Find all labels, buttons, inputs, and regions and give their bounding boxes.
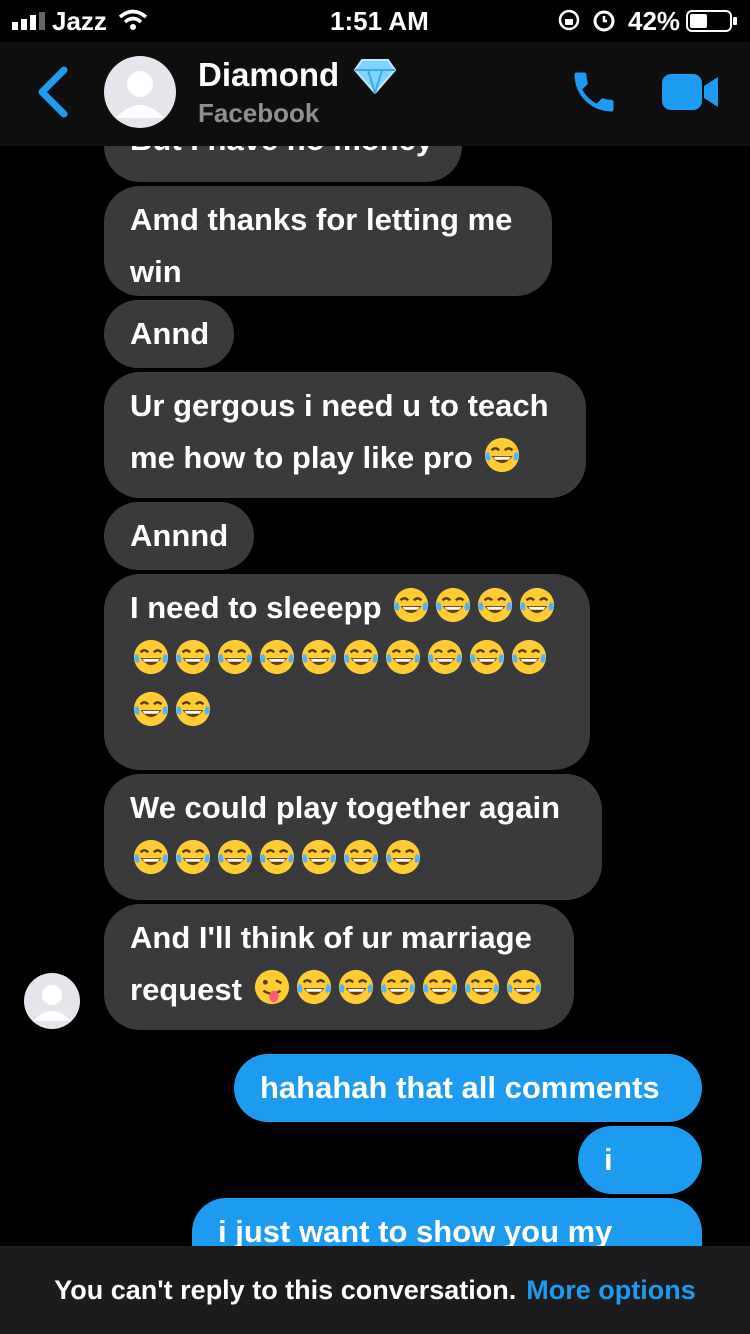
laugh-emoji-icon: [259, 639, 295, 675]
message-text: But I have no money: [130, 146, 433, 157]
outgoing-message[interactable]: i just want to show you my: [192, 1198, 702, 1246]
laugh-emoji-icon: [511, 639, 547, 675]
signal-icon: [12, 12, 45, 30]
reply-disabled-text: You can't reply to this conversation.: [54, 1274, 517, 1305]
tongue-emoji-icon: [254, 969, 289, 1005]
laugh-emoji-icon: [259, 839, 295, 875]
conversation-header: Diamond Facebook: [0, 42, 750, 146]
laugh-emoji-icon: [478, 587, 513, 623]
message-text: We could play together again: [130, 790, 561, 825]
contact-name[interactable]: Diamond: [198, 56, 339, 94]
message-text: Annnd: [130, 518, 229, 553]
message-text: me how to play like pro: [130, 440, 473, 475]
laugh-emoji-icon: [394, 587, 429, 623]
incoming-message[interactable]: Amd thanks for letting me win: [104, 186, 552, 296]
rotation-lock-icon: [558, 9, 580, 31]
status-bar: Jazz 1:51 AM 42%: [0, 0, 750, 42]
message-text: I need to sleeepp: [130, 590, 382, 625]
laugh-emoji-icon: [217, 839, 253, 875]
laugh-emoji-icon: [133, 691, 169, 727]
laugh-emoji-icon: [464, 969, 499, 1005]
laugh-emoji-icon: [175, 639, 211, 675]
laugh-emoji-icon: [343, 639, 379, 675]
laugh-emoji-icon: [133, 839, 169, 875]
clock-label: 1:51 AM: [330, 6, 429, 36]
incoming-message[interactable]: And I'll think of ur marriage request: [104, 904, 574, 1030]
incoming-message[interactable]: Annd: [104, 300, 234, 368]
laugh-emoji-icon: [301, 839, 337, 875]
message-text: i just want to show you my: [218, 1214, 613, 1246]
laugh-emoji-icon: [175, 691, 211, 727]
alarm-icon: [593, 10, 615, 32]
message-text: request: [130, 972, 242, 1007]
carrier-label: Jazz: [52, 6, 107, 36]
more-options-link[interactable]: More options: [526, 1275, 696, 1306]
wifi-icon: [118, 9, 148, 30]
laugh-emoji-icon: [469, 639, 505, 675]
message-text: win: [130, 254, 182, 289]
incoming-message[interactable]: Ur gergous i need u to teach me how to pl…: [104, 372, 586, 498]
laugh-emoji-icon: [217, 639, 253, 675]
battery-percent: 42%: [628, 6, 681, 36]
diamond-icon: [354, 59, 396, 94]
message-text: hahahah that all comments: [260, 1070, 660, 1105]
outgoing-message[interactable]: i buy: [578, 1126, 702, 1229]
laugh-emoji-icon: [436, 587, 471, 623]
laugh-emoji-icon: [520, 587, 555, 623]
message-list[interactable]: But I have no money Amd thanks for lettin…: [0, 146, 750, 1246]
laugh-emoji-icon: [427, 639, 463, 675]
message-text: And I'll think of ur marriage: [130, 920, 532, 955]
contact-subtitle: Facebook: [198, 98, 320, 128]
incoming-message[interactable]: Annnd: [104, 502, 254, 570]
laugh-emoji-icon: [338, 969, 373, 1005]
reply-disabled-bar: You can't reply to this conversation. Mo…: [0, 1246, 750, 1334]
laugh-emoji-icon: [296, 969, 331, 1005]
message-text: Amd thanks for letting me: [130, 202, 513, 237]
outgoing-message[interactable]: hahahah that all comments: [234, 1054, 702, 1122]
sender-avatar: [24, 973, 80, 1029]
laugh-emoji-icon: [380, 969, 415, 1005]
laugh-emoji-icon: [385, 639, 421, 675]
incoming-message[interactable]: I need to sleeepp: [104, 574, 590, 770]
laugh-emoji-icon: [422, 969, 457, 1005]
incoming-message[interactable]: But I have no money: [104, 146, 462, 182]
laugh-emoji-icon: [343, 839, 379, 875]
laugh-emoji-icon: [385, 839, 421, 875]
back-chevron-icon[interactable]: [36, 66, 70, 118]
battery-icon: [686, 10, 737, 32]
incoming-message[interactable]: We could play together again: [104, 774, 602, 900]
laugh-emoji-icon: [301, 639, 337, 675]
avatar[interactable]: [104, 56, 176, 128]
message-text: Ur gergous i need u to teach: [130, 388, 549, 423]
laugh-emoji-icon: [506, 969, 541, 1005]
laugh-emoji-icon: [133, 639, 169, 675]
laugh-emoji-icon: [175, 839, 211, 875]
laugh-emoji-icon: [485, 437, 520, 473]
message-text: Annd: [130, 316, 210, 351]
phone-icon[interactable]: [568, 66, 620, 118]
video-icon[interactable]: [662, 72, 720, 112]
